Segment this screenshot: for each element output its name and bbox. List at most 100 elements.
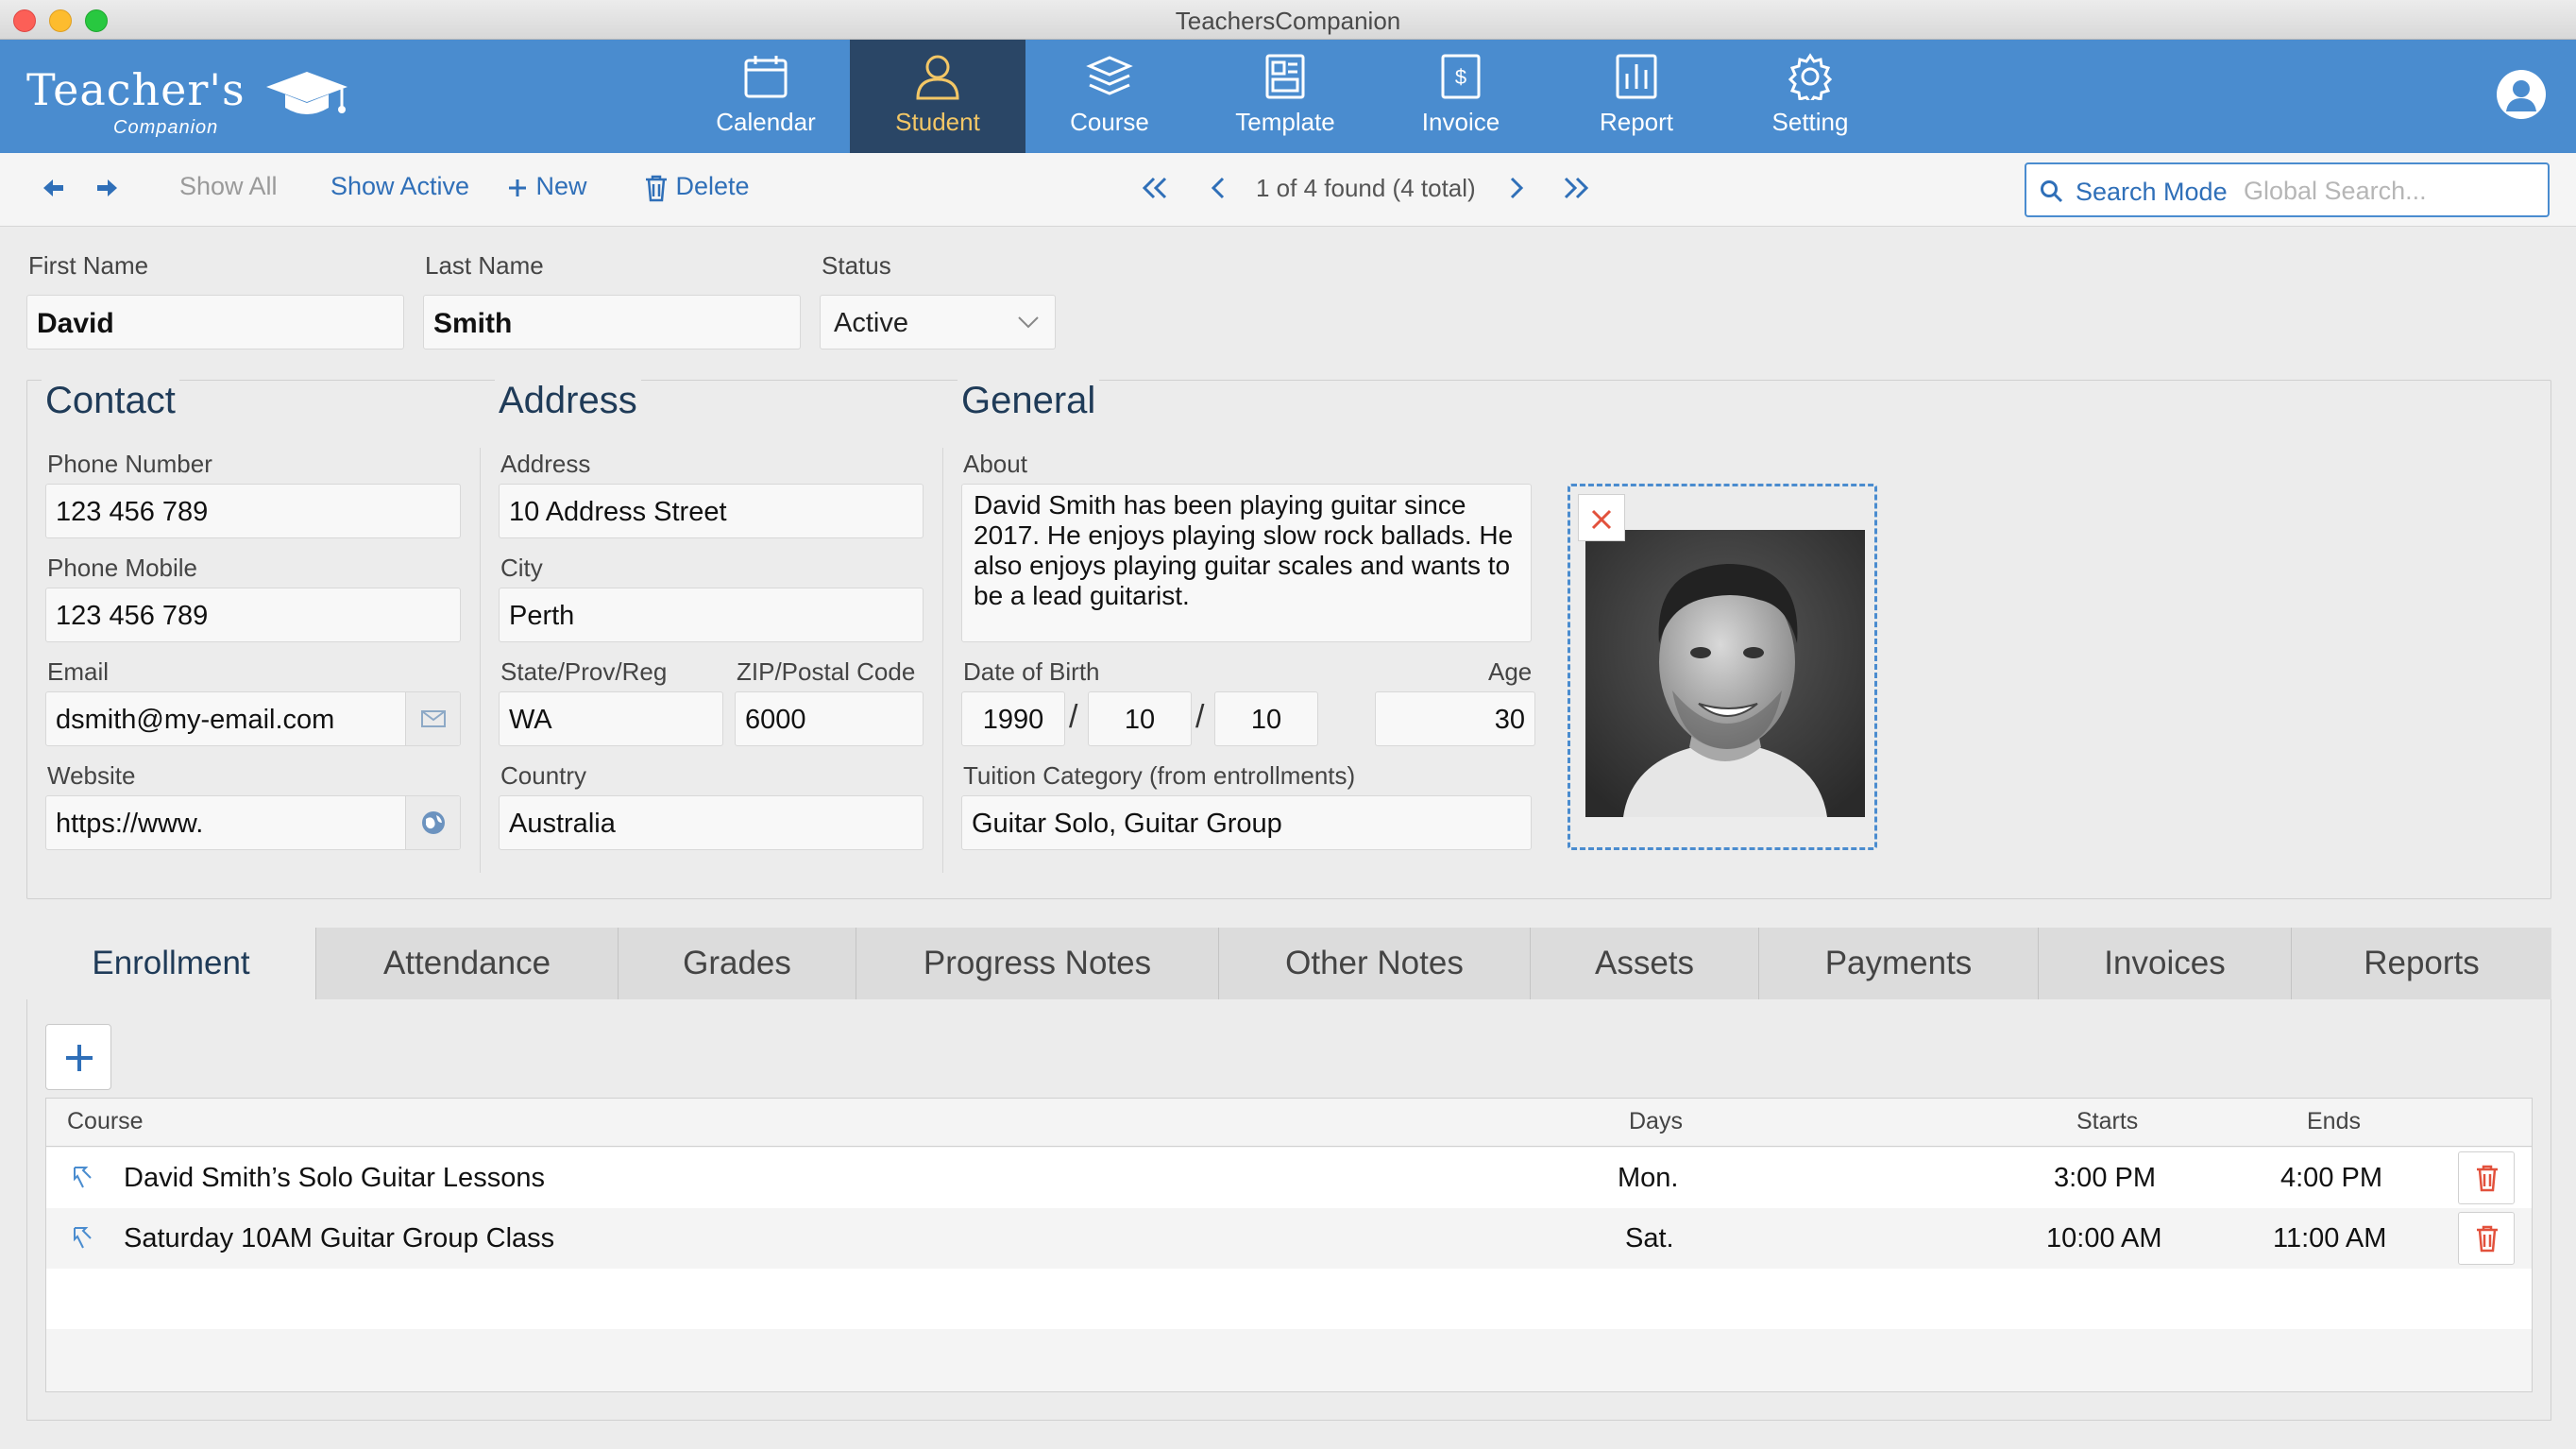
- invoice-icon: $: [1441, 54, 1481, 99]
- nav-setting[interactable]: Setting: [1722, 40, 1898, 153]
- delete-button-label: Delete: [675, 172, 750, 200]
- about-textarea[interactable]: David Smith has been playing guitar sinc…: [961, 484, 1532, 642]
- starts-cell: 10:00 AM: [2046, 1223, 2162, 1253]
- zip-field[interactable]: 6000: [735, 691, 924, 746]
- ends-cell: 4:00 PM: [2280, 1163, 2382, 1193]
- age-field: 30: [1375, 691, 1535, 746]
- nav-label: Setting: [1771, 108, 1849, 136]
- first-name-field[interactable]: David: [26, 295, 404, 349]
- date-separator: /: [1069, 699, 1078, 735]
- city-field[interactable]: Perth: [499, 588, 924, 642]
- nav-student[interactable]: Student: [850, 40, 1025, 153]
- status-select[interactable]: Active: [820, 295, 1056, 349]
- course-cell: David Smith’s Solo Guitar Lessons: [124, 1163, 545, 1193]
- email-label: Email: [47, 657, 110, 686]
- go-to-course-icon[interactable]: [71, 1225, 95, 1252]
- tab-payments[interactable]: Payments: [1758, 928, 2038, 999]
- nav-label: Report: [1599, 108, 1674, 136]
- first-record-button[interactable]: [1141, 172, 1169, 201]
- global-search-input[interactable]: [2244, 172, 2536, 210]
- phone-number-field[interactable]: 123 456 789: [45, 484, 461, 538]
- date-separator: /: [1195, 699, 1205, 735]
- delete-button[interactable]: Delete: [644, 172, 750, 202]
- show-all-button[interactable]: Show All: [179, 172, 278, 201]
- days-cell: Mon.: [1618, 1163, 1679, 1193]
- trash-icon: [2477, 1225, 2498, 1253]
- nav-calendar[interactable]: Calendar: [678, 40, 854, 153]
- nav-report[interactable]: Report: [1549, 40, 1724, 153]
- tab-grades[interactable]: Grades: [618, 928, 856, 999]
- graduation-cap-icon: [266, 72, 347, 114]
- logo-subtext: Companion: [113, 117, 219, 138]
- search-mode-button[interactable]: Search Mode: [2076, 178, 2228, 207]
- tuition-category-field: Guitar Solo, Guitar Group: [961, 795, 1532, 850]
- tab-attendance[interactable]: Attendance: [315, 928, 618, 999]
- phone-mobile-field[interactable]: 123 456 789: [45, 588, 461, 642]
- logo-text: Teacher's: [26, 64, 246, 115]
- course-cell: Saturday 10AM Guitar Group Class: [124, 1223, 555, 1253]
- tab-invoices[interactable]: Invoices: [2038, 928, 2291, 999]
- trash-icon: [2477, 1165, 2498, 1192]
- email-value: dsmith@my-email.com: [56, 705, 335, 735]
- days-cell: Sat.: [1625, 1223, 1674, 1253]
- close-icon: [1591, 509, 1612, 530]
- column-header-course: Course: [67, 1108, 144, 1134]
- forward-button[interactable]: [94, 172, 121, 201]
- detail-tabs: Enrollment Attendance Grades Progress No…: [26, 928, 2551, 999]
- country-label: Country: [500, 761, 587, 790]
- last-name-field[interactable]: Smith: [423, 295, 801, 349]
- delete-enrollment-button[interactable]: [2458, 1151, 2515, 1204]
- tab-reports[interactable]: Reports: [2291, 928, 2551, 999]
- ends-cell: 11:00 AM: [2273, 1223, 2387, 1253]
- back-button[interactable]: [40, 172, 66, 201]
- table-row[interactable]: Saturday 10AM Guitar Group Class Sat. 10…: [46, 1208, 2532, 1269]
- student-icon: [916, 55, 959, 100]
- website-field[interactable]: https://www.: [45, 795, 461, 850]
- tab-other-notes[interactable]: Other Notes: [1218, 928, 1530, 999]
- send-email-button[interactable]: [405, 692, 460, 745]
- divider: [942, 448, 943, 873]
- nav-template[interactable]: Template: [1197, 40, 1373, 153]
- show-active-button[interactable]: Show Active: [330, 172, 469, 201]
- state-label: State/Prov/Reg: [500, 657, 668, 686]
- new-button-label: New: [535, 172, 587, 200]
- first-name-label: First Name: [28, 251, 149, 280]
- previous-record-button[interactable]: [1209, 172, 1228, 201]
- trash-icon: [646, 175, 667, 202]
- nav-course[interactable]: Course: [1022, 40, 1197, 153]
- last-record-button[interactable]: [1562, 172, 1590, 201]
- nav-label: Calendar: [716, 108, 816, 136]
- tab-enrollment[interactable]: Enrollment: [26, 928, 315, 999]
- next-record-button[interactable]: [1507, 172, 1526, 201]
- nav-label: Course: [1070, 108, 1149, 136]
- starts-cell: 3:00 PM: [2054, 1163, 2156, 1193]
- add-enrollment-button[interactable]: [45, 1024, 111, 1090]
- about-label: About: [963, 450, 1027, 478]
- column-header-days: Days: [1629, 1108, 1683, 1134]
- dob-year-field[interactable]: 1990: [961, 691, 1065, 746]
- nav-invoice[interactable]: $ Invoice: [1373, 40, 1549, 153]
- country-field[interactable]: Australia: [499, 795, 924, 850]
- student-photo-dropzone[interactable]: [1568, 484, 1877, 850]
- column-header-ends: Ends: [2307, 1108, 2361, 1134]
- table-row[interactable]: David Smith’s Solo Guitar Lessons Mon. 3…: [46, 1148, 2532, 1208]
- website-label: Website: [47, 761, 136, 790]
- tab-assets[interactable]: Assets: [1530, 928, 1758, 999]
- envelope-icon: [421, 710, 446, 727]
- phone-mobile-label: Phone Mobile: [47, 554, 197, 582]
- remove-photo-button[interactable]: [1578, 494, 1625, 541]
- new-button[interactable]: New: [506, 172, 587, 201]
- open-website-button[interactable]: [405, 796, 460, 849]
- dob-day-field[interactable]: 10: [1214, 691, 1318, 746]
- state-field[interactable]: WA: [499, 691, 723, 746]
- delete-enrollment-button[interactable]: [2458, 1212, 2515, 1265]
- dob-month-field[interactable]: 10: [1088, 691, 1192, 746]
- tab-progress-notes[interactable]: Progress Notes: [856, 928, 1218, 999]
- account-icon[interactable]: [2495, 68, 2548, 121]
- double-chevron-right-icon: [1564, 177, 1589, 198]
- go-to-course-icon[interactable]: [71, 1165, 95, 1191]
- address-field[interactable]: 10 Address Street: [499, 484, 924, 538]
- record-count: 1 of 4 found (4 total): [1256, 174, 1476, 202]
- email-field[interactable]: dsmith@my-email.com: [45, 691, 461, 746]
- divider: [480, 448, 481, 873]
